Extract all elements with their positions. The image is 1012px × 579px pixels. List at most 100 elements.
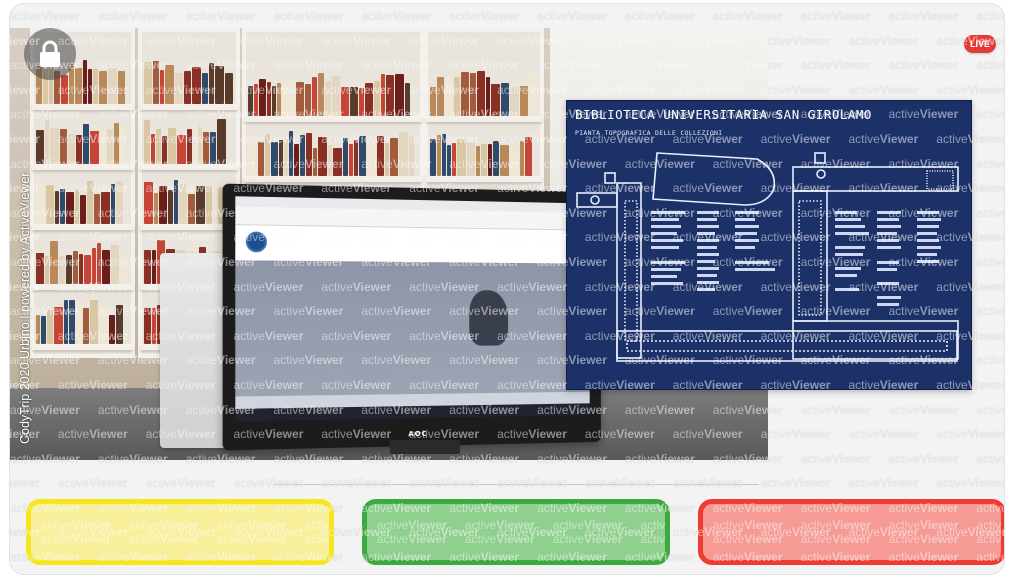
stream-caption: CodyTrip 2020 Urbino | powered by Active… [18, 172, 32, 444]
book [333, 148, 342, 176]
book [111, 184, 115, 224]
book [312, 77, 317, 116]
book [54, 307, 63, 344]
book [152, 308, 156, 344]
book [45, 120, 49, 164]
book [500, 145, 509, 176]
book [174, 180, 178, 224]
button-watermark: activeViewer activeViewer activeViewer acti… [41, 518, 334, 546]
book [118, 71, 125, 104]
book [162, 136, 167, 164]
shelf-board [32, 344, 134, 350]
book [93, 69, 98, 104]
book [385, 143, 389, 176]
book [349, 144, 353, 176]
book [66, 255, 72, 284]
shelf-board [244, 116, 422, 122]
book [457, 139, 466, 176]
book [177, 135, 186, 164]
book [76, 135, 82, 164]
book [92, 248, 96, 284]
green-vote-button[interactable]: activeViewer activeViewer activeViewer acti… [362, 499, 670, 565]
book [90, 300, 98, 344]
shelf-board [32, 284, 134, 290]
book [445, 76, 453, 116]
book [144, 182, 153, 224]
shelf-board [140, 164, 238, 170]
book [510, 147, 519, 176]
yellow-vote-button[interactable]: activeViewer activeViewer activeViewer acti… [26, 499, 334, 565]
shelf-board [426, 176, 542, 182]
book [69, 300, 75, 344]
book [187, 129, 192, 164]
book [215, 66, 224, 104]
book [99, 305, 108, 344]
book [271, 142, 278, 176]
book [99, 71, 107, 104]
book [325, 81, 331, 116]
book [306, 133, 312, 176]
monitor: AOC [222, 183, 601, 451]
book [151, 134, 155, 164]
university-logo [245, 231, 267, 253]
book [476, 146, 480, 176]
book-row [144, 176, 234, 224]
library-map[interactable]: BIBLIOTECA UNIVERSITARIA SAN GIROLAMO PI… [566, 100, 972, 390]
watermark-row: activeVieweractiveVieweractiveVieweracti… [10, 9, 1004, 23]
book [461, 72, 469, 116]
book [454, 77, 460, 116]
book [152, 250, 156, 284]
book [102, 250, 110, 284]
book [405, 83, 410, 116]
book [198, 127, 202, 164]
taskbar [235, 403, 590, 422]
book [328, 145, 332, 176]
book [50, 128, 59, 164]
book-row [248, 128, 418, 176]
book [159, 186, 167, 224]
book [50, 241, 58, 284]
book [259, 79, 266, 116]
book [442, 134, 446, 176]
book [55, 191, 59, 224]
book [395, 74, 404, 116]
book [153, 61, 159, 104]
book-row [144, 116, 234, 164]
book [154, 193, 158, 224]
book [75, 68, 82, 104]
book [45, 256, 49, 284]
book [107, 129, 113, 164]
book [390, 138, 398, 176]
book-row [430, 68, 538, 116]
book [100, 129, 106, 164]
book [258, 142, 264, 176]
book [313, 148, 317, 176]
statue-silhouette [469, 290, 509, 346]
red-vote-button[interactable]: activeViewer activeViewer activeViewer acti… [698, 499, 1004, 565]
book [374, 81, 380, 116]
book [350, 87, 358, 116]
book [75, 190, 79, 224]
shelf-board [32, 164, 134, 170]
book [529, 74, 538, 116]
book [87, 181, 93, 224]
book [175, 73, 183, 104]
book [282, 83, 288, 116]
book [179, 184, 187, 224]
book [108, 68, 117, 104]
book [318, 73, 324, 116]
book [61, 75, 68, 104]
book [90, 131, 99, 164]
watermark-row: activeVieweractiveVieweractiveVieweracti… [10, 570, 1004, 574]
book [491, 84, 500, 116]
book [64, 300, 68, 344]
monitor-screen [235, 196, 590, 422]
book [80, 195, 86, 224]
divider [273, 484, 759, 485]
book [202, 73, 208, 104]
book [296, 82, 304, 116]
book [144, 120, 150, 164]
book [217, 119, 226, 164]
book [430, 139, 436, 176]
book [116, 181, 123, 224]
